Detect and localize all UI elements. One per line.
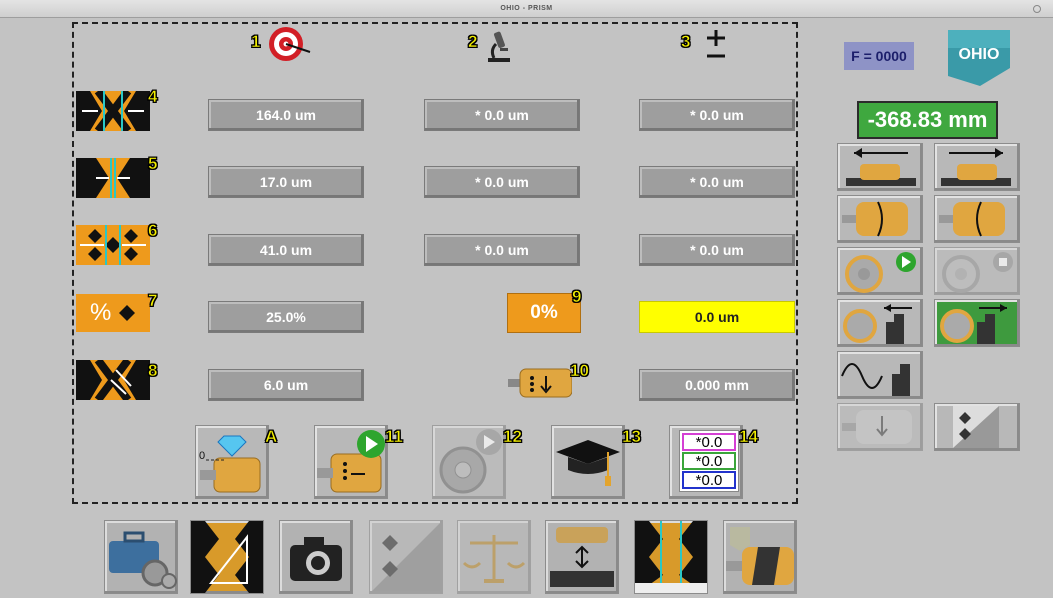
value-line-2: *0.0: [682, 452, 736, 470]
row-5-delta-value[interactable]: * 0.0 um: [639, 166, 795, 198]
head-retract-icon: [843, 304, 912, 344]
row-8-delta-value[interactable]: 0.000 mm: [639, 369, 795, 401]
row-6-delta-value[interactable]: * 0.0 um: [639, 234, 795, 266]
balance-button[interactable]: [457, 520, 531, 594]
window-control-icon[interactable]: [1033, 5, 1041, 13]
rotate-reverse-icon: [939, 201, 1005, 237]
row-4-delta-value[interactable]: * 0.0 um: [639, 99, 795, 131]
action-a-label: A: [265, 427, 278, 446]
microscope-icon[interactable]: [484, 28, 514, 64]
rotate-forward-icon: [842, 201, 908, 237]
head-engage-button[interactable]: [934, 299, 1020, 347]
percent-indicator[interactable]: 0%: [507, 293, 581, 333]
row-6-target-value[interactable]: 41.0 um: [208, 234, 364, 266]
play-disc-icon: [439, 429, 502, 494]
pattern-wall-icon[interactable]: [76, 158, 150, 198]
column-1-number: 1: [251, 32, 261, 51]
graduation-cap-icon: [556, 440, 620, 486]
row-10-number: 10: [570, 361, 590, 380]
action-12-label: 12: [503, 427, 523, 446]
row-9-number: 9: [572, 287, 582, 306]
roller-gap-button[interactable]: [545, 520, 619, 594]
value-line-3: *0.0: [682, 471, 736, 489]
row-6-number: 6: [148, 221, 158, 240]
logo-text: OHIO: [958, 46, 1000, 63]
roller-depth-icon[interactable]: [508, 366, 572, 400]
rotate-forward-button[interactable]: [837, 195, 923, 243]
pattern-width-icon[interactable]: [76, 91, 150, 131]
pattern-ruler-icon: [635, 521, 707, 593]
pattern-measure-button[interactable]: [190, 520, 264, 594]
row-5-target-value[interactable]: 17.0 um: [208, 166, 364, 198]
row-8-target-value[interactable]: 6.0 um: [208, 369, 364, 401]
diamond-tool-button[interactable]: 0: [195, 425, 269, 499]
percent-icon[interactable]: %: [76, 294, 150, 332]
toolbox-gears-icon: [109, 531, 177, 589]
roller-depth-small-icon: [842, 410, 912, 444]
disc-start-button[interactable]: [432, 425, 506, 499]
pattern-graph-icon: [953, 406, 999, 448]
row-7-delta-value[interactable]: 0.0 um: [639, 301, 795, 333]
knurl-roller-icon: [726, 527, 794, 585]
engrave-start-button[interactable]: [314, 425, 388, 499]
move-right-button[interactable]: [934, 143, 1020, 191]
target-icon[interactable]: [266, 24, 314, 64]
arrow-left-roller-icon: [846, 148, 916, 186]
position-readout: -368.83 mm: [857, 101, 998, 139]
waveform-button[interactable]: [837, 351, 923, 399]
scale-balance-icon: [462, 535, 526, 583]
toolbox-button[interactable]: [104, 520, 178, 594]
row-5-number: 5: [148, 154, 158, 173]
pattern-triangle-icon: [191, 521, 263, 593]
value-line-1: *0.0: [682, 433, 736, 451]
diamond-icon: [119, 305, 136, 321]
column-2-number: 2: [468, 32, 478, 51]
column-3-number: 3: [681, 32, 691, 51]
rotate-reverse-button[interactable]: [934, 195, 1020, 243]
move-left-button[interactable]: [837, 143, 923, 191]
sine-wave-icon: [841, 363, 910, 396]
pattern-graph-toolbar-icon: [372, 523, 440, 591]
arrow-right-roller-icon: [941, 148, 1011, 186]
f-value-label: F = 0000: [844, 42, 914, 70]
knurl-roller-button[interactable]: [723, 520, 797, 594]
spin-stop-button[interactable]: [934, 247, 1020, 295]
roller-gap-icon: [550, 527, 614, 587]
spin-play-icon: [845, 252, 916, 293]
head-retract-button[interactable]: [837, 299, 923, 347]
camera-button[interactable]: [279, 520, 353, 594]
calibration-button[interactable]: [551, 425, 625, 499]
window-title: OHIO - PRISM: [500, 5, 553, 12]
action-13-label: 13: [622, 427, 642, 446]
spin-start-button[interactable]: [837, 247, 923, 295]
row-6-measured-value[interactable]: * 0.0 um: [424, 234, 580, 266]
plus-minus-icon[interactable]: [702, 28, 730, 60]
spin-stop-icon: [942, 252, 1013, 293]
row-4-target-value[interactable]: 164.0 um: [208, 99, 364, 131]
row-8-number: 8: [148, 361, 158, 380]
values-list-icon: *0.0 *0.0 *0.0: [679, 430, 739, 492]
zero-label: 0: [199, 450, 206, 462]
pattern-graph-button[interactable]: [934, 403, 1020, 451]
pattern-ruler-button[interactable]: [634, 520, 708, 594]
pattern-graph-toolbar-button[interactable]: [369, 520, 443, 594]
diamond-tool-icon: [200, 435, 261, 493]
title-bar: OHIO - PRISM: [0, 0, 1053, 18]
percent-symbol: %: [90, 299, 112, 326]
pattern-depth-icon[interactable]: [76, 360, 150, 400]
action-14-label: 14: [739, 427, 759, 446]
play-engrave-icon: [317, 430, 385, 493]
row-4-measured-value[interactable]: * 0.0 um: [424, 99, 580, 131]
pattern-opening-icon[interactable]: [76, 225, 150, 265]
row-4-number: 4: [148, 87, 158, 106]
row-5-measured-value[interactable]: * 0.0 um: [424, 166, 580, 198]
camera-icon: [290, 537, 342, 581]
action-11-label: 11: [385, 427, 404, 446]
roller-depth-button[interactable]: [837, 403, 923, 451]
row-7-target-value[interactable]: 25.0%: [208, 301, 364, 333]
head-engage-icon: [940, 304, 1007, 344]
row-7-number: 7: [148, 291, 158, 310]
